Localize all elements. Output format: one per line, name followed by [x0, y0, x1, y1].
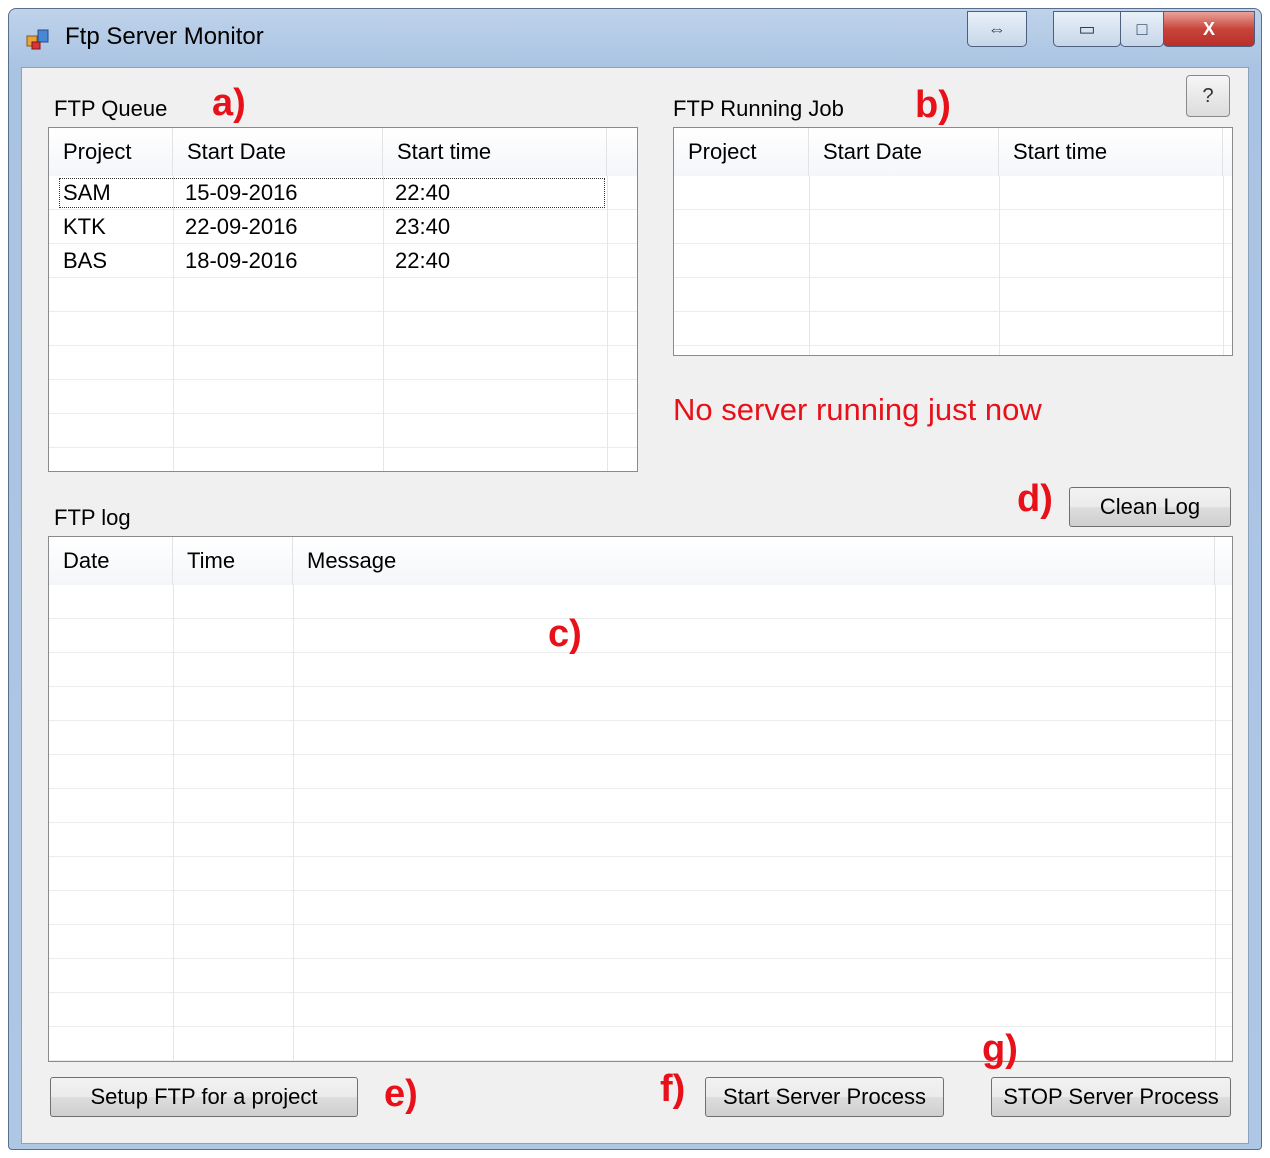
column-header-start-time[interactable]: Start time — [999, 128, 1223, 176]
ftp-log-grid[interactable]: Date Time Message — [48, 536, 1233, 1062]
cell-project: KTK — [63, 214, 106, 239]
row-focus-rect — [59, 178, 605, 208]
maximize-icon: □ — [1136, 18, 1148, 39]
ftp-queue-label: FTP Queue — [54, 96, 168, 121]
cell-start-date: 22-09-2016 — [185, 214, 298, 239]
annotation-b: b) — [915, 84, 951, 126]
start-server-button[interactable]: Start Server Process — [705, 1077, 944, 1117]
clean-log-button[interactable]: Clean Log — [1069, 487, 1231, 527]
close-icon: X — [1202, 18, 1215, 39]
column-header-start-date[interactable]: Start Date — [173, 128, 383, 176]
cell-start-time: 22:40 — [395, 248, 451, 273]
minimize-button[interactable]: ▭ — [1053, 11, 1121, 47]
annotation-g: g) — [982, 1028, 1018, 1070]
column-header-time[interactable]: Time — [173, 537, 293, 585]
column-divider — [809, 176, 810, 355]
table-row[interactable]: KTK 22-09-2016 23:40 — [49, 210, 637, 244]
annotation-e: e) — [384, 1073, 418, 1115]
column-header-start-date[interactable]: Start Date — [809, 128, 999, 176]
server-status-text: No server running just now — [673, 392, 1042, 427]
ftp-running-job-body — [674, 176, 1232, 355]
column-header-project[interactable]: Project — [49, 128, 173, 176]
ftp-log-header: Date Time Message — [49, 537, 1232, 586]
close-button[interactable]: X — [1163, 11, 1255, 47]
app-window-icon — [26, 29, 49, 50]
double-arrow-icon: ⇔ — [988, 18, 1006, 39]
column-divider — [173, 585, 174, 1061]
column-header-project[interactable]: Project — [674, 128, 809, 176]
column-header-date[interactable]: Date — [49, 537, 173, 585]
help-button[interactable]: ? — [1186, 75, 1230, 117]
ftp-log-label: FTP log — [54, 505, 131, 530]
client-area: FTP Queue a) Project Start Date Start ti… — [21, 67, 1249, 1144]
cell-start-time: 23:40 — [395, 214, 451, 239]
ftp-log-body — [49, 585, 1232, 1061]
minimize-icon: ▭ — [1078, 18, 1096, 39]
setup-ftp-button[interactable]: Setup FTP for a project — [50, 1077, 358, 1117]
main-window: Ftp Server Monitor ⇔ ▭ □ X FTP Queue a) … — [8, 8, 1262, 1150]
table-row[interactable]: SAM 15-09-2016 22:40 — [49, 176, 637, 210]
annotation-a: a) — [212, 82, 246, 124]
cell-start-date: 15-09-2016 — [185, 180, 298, 205]
window-title: Ftp Server Monitor — [65, 23, 264, 50]
column-divider — [999, 176, 1000, 355]
cell-project: SAM — [63, 180, 111, 205]
ftp-queue-grid[interactable]: Project Start Date Start time SAM 15-09-… — [48, 127, 638, 472]
column-divider — [1215, 585, 1216, 1061]
stop-server-button[interactable]: STOP Server Process — [991, 1077, 1231, 1117]
ftp-running-job-grid[interactable]: Project Start Date Start time — [673, 127, 1233, 356]
help-icon: ? — [1202, 84, 1214, 107]
ftp-queue-header: Project Start Date Start time — [49, 128, 637, 177]
maximize-button[interactable]: □ — [1120, 11, 1164, 47]
table-row[interactable]: BAS 18-09-2016 22:40 — [49, 244, 637, 278]
ftp-running-job-label: FTP Running Job — [673, 96, 844, 121]
cell-start-time: 22:40 — [395, 180, 451, 205]
cell-start-date: 18-09-2016 — [185, 248, 298, 273]
annotation-f: f) — [660, 1068, 686, 1110]
restore-layout-button[interactable]: ⇔ — [967, 11, 1027, 47]
column-divider — [1223, 176, 1224, 355]
column-header-message[interactable]: Message — [293, 537, 1215, 585]
ftp-running-job-header: Project Start Date Start time — [674, 128, 1232, 177]
cell-project: BAS — [63, 248, 108, 273]
annotation-d: d) — [1017, 478, 1053, 520]
title-bar[interactable]: Ftp Server Monitor ⇔ ▭ □ X — [9, 9, 1261, 67]
annotation-c: c) — [548, 613, 582, 655]
column-divider — [293, 585, 294, 1061]
column-header-start-time[interactable]: Start time — [383, 128, 607, 176]
